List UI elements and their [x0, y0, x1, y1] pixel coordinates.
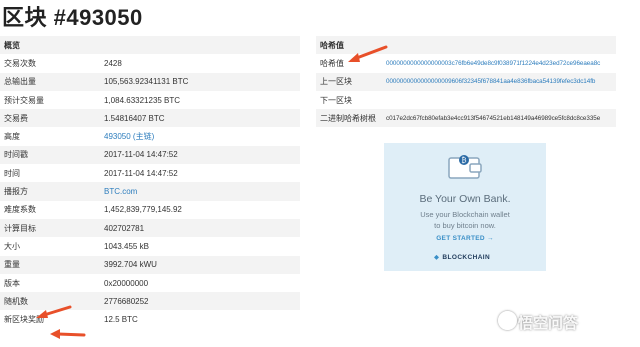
previous-block-link[interactable]: 0000000000000000009606f32345f678841aa4e8… — [382, 72, 616, 91]
row-value: 2428 — [100, 54, 300, 73]
row-value: 1,084.63321235 BTC — [100, 90, 300, 110]
annotation-arrow-icon — [348, 45, 388, 62]
row-label: 总输出量 — [0, 72, 100, 91]
ad-text: Use your Blockchain wallet to buy bitcoi… — [384, 210, 546, 231]
table-row: 版本 0x20000000 — [0, 273, 300, 293]
row-label: 时间 — [0, 164, 100, 183]
table-row: 计算目标 402702781 — [0, 218, 300, 238]
get-started-link[interactable]: GET STARTED → — [384, 235, 546, 242]
ad-text-line: to buy bitcoin now. — [434, 220, 496, 230]
row-value: 12.5 BTC — [100, 310, 300, 329]
table-row: 总输出量 105,563.92341131 BTC — [0, 72, 300, 91]
row-label: 时间戳 — [0, 145, 100, 165]
height-link[interactable]: 493050 (主链) — [100, 127, 300, 146]
row-value: 105,563.92341131 BTC — [100, 72, 300, 91]
table-row: 时间戳 2017-11-04 14:47:52 — [0, 145, 300, 165]
row-label: 计算目标 — [0, 218, 100, 238]
watermark: 悟空问答 — [518, 315, 579, 332]
row-label: 播报方 — [0, 182, 100, 201]
table-row: 上一区块 0000000000000000009606f32345f678841a… — [316, 72, 616, 91]
annotation-arrow-icon — [50, 329, 86, 339]
row-label: 交易次数 — [0, 54, 100, 73]
row-value: 2017-11-04 14:47:52 — [100, 145, 300, 165]
row-value: 1,452,839,779,145.92 — [100, 200, 300, 219]
table-row: 下一区块 — [316, 90, 616, 110]
table-row: 高度 493050 (主链) — [0, 127, 300, 146]
summary-header: 概览 — [0, 36, 300, 55]
table-row: 重量 3992.704 kWU — [0, 255, 300, 274]
table-row: 预计交易量 1,084.63321235 BTC — [0, 90, 300, 110]
row-label: 高度 — [0, 127, 100, 146]
block-hash-link[interactable]: 0000000000000000003c76fb6e49de8c9f038971… — [382, 54, 616, 73]
row-value: 0x20000000 — [100, 273, 300, 293]
row-label: 版本 — [0, 273, 100, 293]
blockchain-ad-banner[interactable]: ₿ Be Your Own Bank. Use your Blockchain … — [384, 143, 546, 271]
table-row: 时间 2017-11-04 14:47:52 — [0, 164, 300, 183]
table-row: 大小 1043.455 kB — [0, 237, 300, 256]
ad-text-line: Use your Blockchain wallet — [420, 210, 510, 219]
row-label: 上一区块 — [316, 72, 382, 91]
row-value: 1043.455 kB — [100, 237, 300, 256]
relayed-by-link[interactable]: BTC.com — [100, 182, 300, 201]
row-label: 预计交易量 — [0, 90, 100, 110]
annotation-arrow-icon — [36, 305, 72, 318]
row-label: 大小 — [0, 237, 100, 256]
merkle-root-value: c017e2dc67fcb80efab3e4cc913f54674521eb14… — [382, 109, 616, 128]
summary-header-row: 概览 — [0, 36, 300, 55]
brand-label: BLOCKCHAIN — [442, 254, 491, 261]
row-value: 1.54816407 BTC — [100, 109, 300, 128]
blockchain-logo-icon: ◆ — [434, 254, 440, 261]
summary-table: 概览 交易次数 2428 总输出量 105,563.92341131 BTC 预计交… — [0, 36, 300, 329]
row-value: 2017-11-04 14:47:52 — [100, 164, 300, 183]
svg-text:₿: ₿ — [461, 157, 466, 165]
table-row: 播报方 BTC.com — [0, 182, 300, 201]
page-title: 区块 #493050 — [2, 5, 143, 30]
row-value: 402702781 — [100, 218, 300, 238]
row-label: 难度系数 — [0, 200, 100, 219]
row-value: 3992.704 kWU — [100, 255, 300, 274]
row-label: 交易费 — [0, 109, 100, 128]
table-row: 二进制哈希树根 c017e2dc67fcb80efab3e4cc913f54674… — [316, 109, 616, 128]
blockchain-logo: ◆ BLOCKCHAIN — [434, 253, 490, 261]
row-label: 重量 — [0, 255, 100, 274]
ad-title: Be Your Own Bank. — [419, 193, 511, 205]
next-block-value — [382, 90, 616, 110]
row-label: 二进制哈希树根 — [316, 109, 382, 128]
table-row: 难度系数 1,452,839,779,145.92 — [0, 200, 300, 219]
watermark-logo-icon: ✓ — [498, 311, 517, 330]
table-row: 交易次数 2428 — [0, 54, 300, 73]
wallet-icon: ₿ — [448, 155, 482, 179]
table-row: 交易费 1.54816407 BTC — [0, 109, 300, 128]
row-label: 下一区块 — [316, 90, 382, 110]
row-value: 2776680252 — [100, 292, 300, 311]
